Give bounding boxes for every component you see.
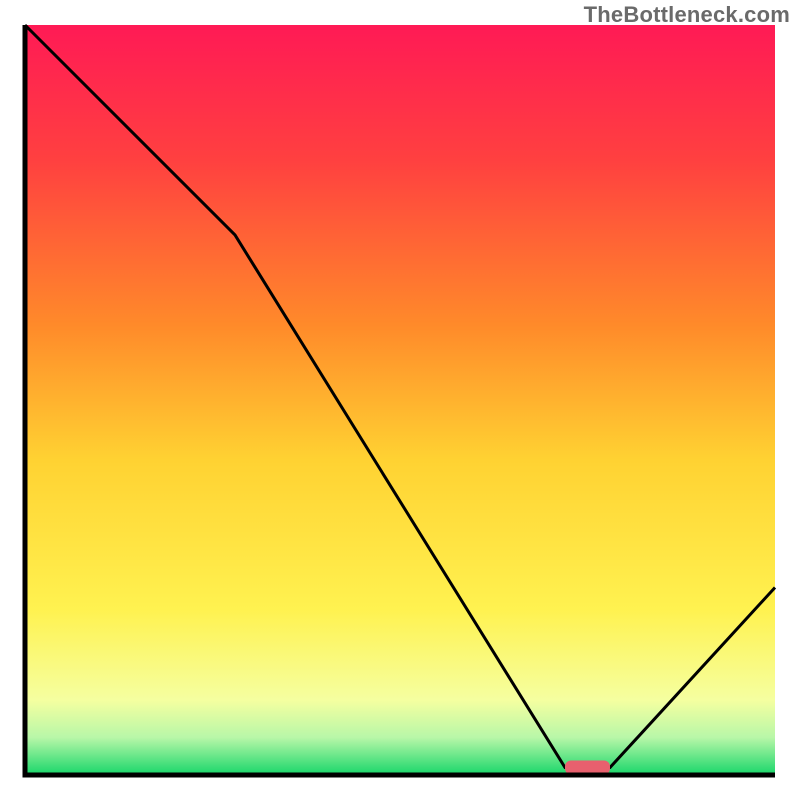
bottleneck-chart xyxy=(0,0,800,800)
optimal-marker xyxy=(565,761,610,775)
watermark-text: TheBottleneck.com xyxy=(584,2,790,28)
chart-container: TheBottleneck.com xyxy=(0,0,800,800)
